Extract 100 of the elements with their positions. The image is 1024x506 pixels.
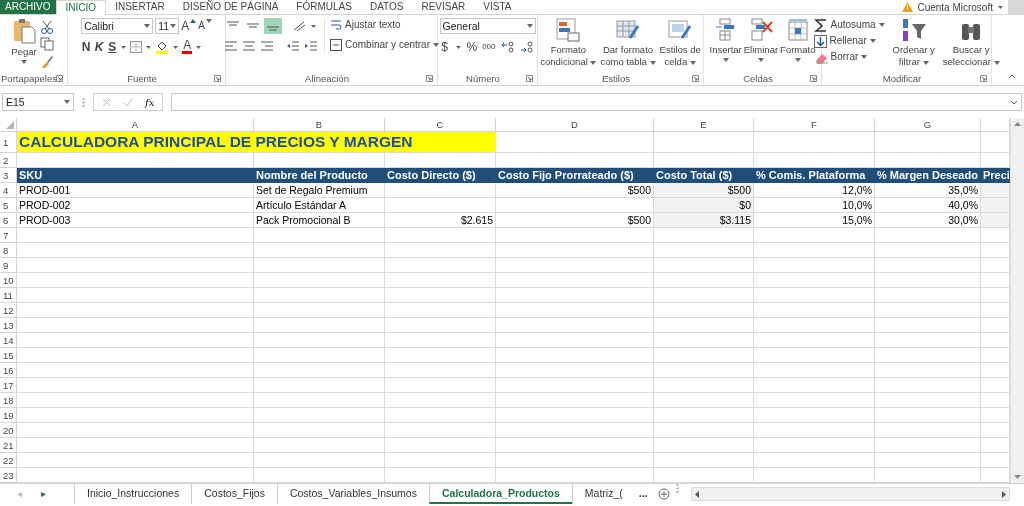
- column-header[interactable]: [981, 118, 1010, 132]
- grid-cell[interactable]: [254, 438, 385, 453]
- grid-cell[interactable]: [754, 453, 875, 468]
- dialog-launcher-icon[interactable]: [980, 75, 987, 82]
- column-header[interactable]: F: [754, 118, 875, 132]
- currency-button[interactable]: $: [439, 40, 450, 54]
- grid-cell[interactable]: [17, 228, 254, 243]
- column-header[interactable]: C: [385, 118, 496, 132]
- ribbon-tab[interactable]: FÓRMULAS: [287, 0, 361, 14]
- grid-cell[interactable]: [654, 333, 754, 348]
- grid-cell[interactable]: [254, 333, 385, 348]
- grid-cell[interactable]: [754, 378, 875, 393]
- row-header[interactable]: 5: [0, 198, 17, 213]
- shrink-font-button[interactable]: A: [198, 19, 212, 33]
- increase-decimal-icon[interactable]: [500, 41, 515, 53]
- row-header[interactable]: 20: [0, 423, 17, 438]
- row-header[interactable]: 14: [0, 333, 17, 348]
- table-cell[interactable]: Pack Promocional B: [254, 213, 385, 228]
- grid-cell[interactable]: [754, 132, 875, 153]
- expand-icon[interactable]: [1010, 99, 1018, 105]
- grid-cell[interactable]: [754, 243, 875, 258]
- fill-bucket-icon[interactable]: [155, 40, 170, 54]
- grid-cell[interactable]: [17, 348, 254, 363]
- grid-cell[interactable]: [254, 243, 385, 258]
- grid-cell[interactable]: [654, 273, 754, 288]
- grid-cell[interactable]: [254, 318, 385, 333]
- grid-cell[interactable]: [754, 423, 875, 438]
- grid-cell[interactable]: [654, 303, 754, 318]
- grid-cell[interactable]: [654, 318, 754, 333]
- grid-cell[interactable]: [496, 363, 654, 378]
- grid-cell[interactable]: [496, 318, 654, 333]
- grid-cell[interactable]: [17, 243, 254, 258]
- scissors-icon[interactable]: [39, 20, 54, 34]
- paste-button[interactable]: Pegar: [11, 18, 37, 64]
- table-cell[interactable]: [496, 198, 654, 213]
- horizontal-align-icon[interactable]: [224, 40, 238, 52]
- grid-cell[interactable]: [654, 363, 754, 378]
- caret-icon[interactable]: [172, 44, 180, 50]
- grid-cell[interactable]: [496, 228, 654, 243]
- row-header[interactable]: 18: [0, 393, 17, 408]
- grid-cell[interactable]: [875, 318, 981, 333]
- orientation-icon[interactable]: [292, 20, 308, 32]
- column-header[interactable]: E: [654, 118, 754, 132]
- file-tab[interactable]: ARCHIVO: [0, 0, 56, 14]
- grid-cell[interactable]: [654, 288, 754, 303]
- grid-cell[interactable]: [254, 378, 385, 393]
- fill-button[interactable]: Rellenar: [813, 34, 885, 48]
- grid-cell[interactable]: [17, 393, 254, 408]
- row-header[interactable]: 17: [0, 378, 17, 393]
- grid-cell[interactable]: [254, 258, 385, 273]
- dialog-launcher-icon[interactable]: [810, 75, 817, 82]
- sort-filter-button[interactable]: Ordenar y filtrar: [892, 18, 935, 68]
- table-cell[interactable]: $3.115: [654, 213, 754, 228]
- delete-button[interactable]: Eliminar: [743, 18, 779, 62]
- row-header[interactable]: 19: [0, 408, 17, 423]
- grid-cell[interactable]: [385, 423, 496, 438]
- grid-cell[interactable]: [654, 378, 754, 393]
- grid-cell[interactable]: [496, 438, 654, 453]
- add-sheet-icon[interactable]: [657, 488, 670, 500]
- table-cell[interactable]: PROD-003: [17, 213, 254, 228]
- grow-font-button[interactable]: A: [181, 19, 197, 33]
- grid-cell[interactable]: [496, 258, 654, 273]
- ribbon-tab[interactable]: VISTA: [474, 0, 521, 14]
- row-header[interactable]: 8: [0, 243, 17, 258]
- horizontal-align-icon[interactable]: [260, 40, 274, 52]
- row-header[interactable]: 3: [0, 168, 17, 183]
- grid-cell[interactable]: [17, 423, 254, 438]
- grid-cell[interactable]: [385, 243, 496, 258]
- grid-cell[interactable]: [875, 393, 981, 408]
- grid-cell[interactable]: [385, 258, 496, 273]
- grid-cell[interactable]: [496, 303, 654, 318]
- thousands-button[interactable]: 000: [482, 40, 496, 54]
- select-all-corner[interactable]: [0, 118, 17, 132]
- grid-cell[interactable]: [254, 453, 385, 468]
- grid-cell[interactable]: [17, 438, 254, 453]
- table-cell[interactable]: [385, 198, 496, 213]
- table-cell[interactable]: [385, 183, 496, 198]
- row-header[interactable]: 2: [0, 153, 17, 168]
- grid-cell[interactable]: [17, 273, 254, 288]
- grid-cell[interactable]: [754, 288, 875, 303]
- grid-cell[interactable]: [496, 423, 654, 438]
- grid-cell[interactable]: [754, 303, 875, 318]
- grid-cell[interactable]: [875, 408, 981, 423]
- cancel-icon[interactable]: [102, 97, 111, 107]
- grid-cell[interactable]: [754, 438, 875, 453]
- autosum-button[interactable]: Autosuma: [813, 18, 885, 32]
- grid-cell[interactable]: [875, 228, 981, 243]
- grid-cell[interactable]: [254, 303, 385, 318]
- row-header[interactable]: 10: [0, 273, 17, 288]
- grid-cell[interactable]: [654, 408, 754, 423]
- table-cell[interactable]: $500: [654, 183, 754, 198]
- grid-cell[interactable]: [496, 453, 654, 468]
- row-header[interactable]: 1: [0, 132, 17, 153]
- collapse-ribbon-icon[interactable]: [1008, 73, 1016, 79]
- table-cell[interactable]: [981, 198, 1010, 213]
- grid-cell[interactable]: [254, 228, 385, 243]
- italic-button[interactable]: K: [94, 40, 105, 54]
- table-cell[interactable]: Artículo Estándar A: [254, 198, 385, 213]
- bold-button[interactable]: N: [81, 40, 92, 54]
- grid-cell[interactable]: [385, 318, 496, 333]
